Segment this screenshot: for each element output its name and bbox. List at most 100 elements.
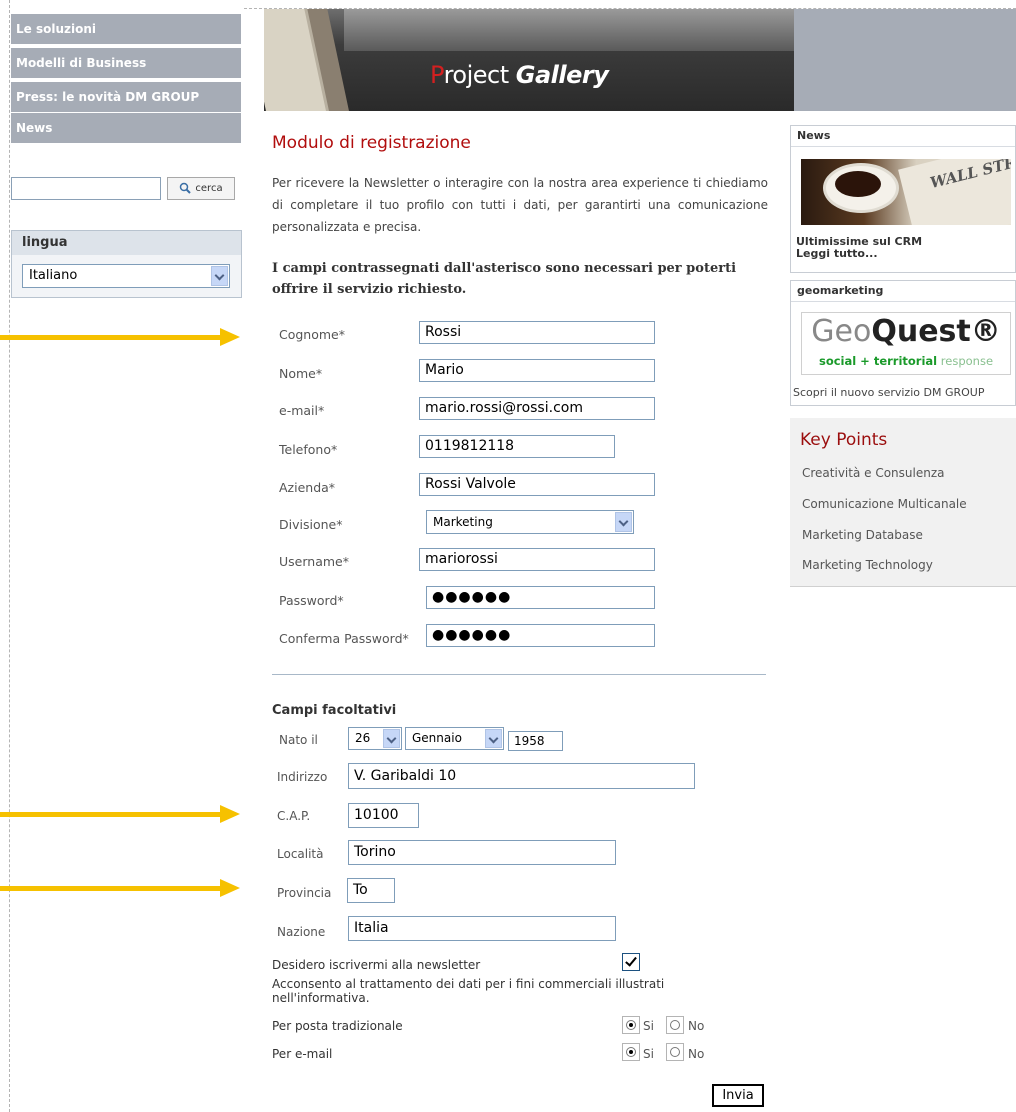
indirizzo-field[interactable]: V. Garibaldi 10 [348, 763, 695, 789]
birth-year-field[interactable]: 1958 [508, 731, 563, 751]
news-image-text: WALL STREE [928, 159, 1011, 193]
search-button[interactable]: cerca [167, 177, 235, 200]
banner-title-first: P [430, 61, 444, 89]
conferma-password-field[interactable]: ●●●●●● [426, 624, 655, 647]
nato-label: Nato il [279, 733, 318, 747]
key-point-item[interactable]: Marketing Technology [802, 558, 933, 572]
search-icon [180, 182, 192, 194]
divisione-label: Divisione* [279, 517, 343, 532]
localita-field[interactable]: Torino [348, 840, 616, 865]
provincia-label: Provincia [277, 886, 332, 900]
email-consent-label: Per e-mail [272, 1047, 333, 1061]
news-box: News WALL STREE Ultimissime sul CRM Legg… [790, 125, 1016, 273]
geomarketing-box: geomarketing GeoQuest® social + territor… [790, 280, 1016, 406]
geomarketing-text[interactable]: Scopri il nuovo servizio DM GROUP [793, 386, 984, 399]
language-select-value: Italiano [29, 268, 78, 283]
newsletter-checkbox[interactable] [622, 953, 640, 971]
annotation-arrow-provincia [0, 886, 222, 891]
email-label: e-mail* [279, 403, 325, 418]
news-box-title: News [791, 126, 1015, 147]
geo-logo-bold: Quest® [871, 314, 1001, 349]
password-label: Password* [279, 593, 344, 608]
telefono-field[interactable]: 0119812118 [419, 435, 615, 458]
key-points-box: Key Points Creatività e Consulenza Comun… [790, 418, 1016, 587]
consent-text: Acconsento al trattamento dei dati per i… [272, 977, 665, 1005]
geoquest-logo[interactable]: GeoQuest® social + territorial response [801, 312, 1011, 375]
language-title: lingua [12, 231, 241, 255]
annotation-arrow-cognome [0, 335, 222, 340]
submit-button[interactable]: Invia [712, 1084, 764, 1107]
search-button-label: cerca [195, 183, 223, 194]
language-box: lingua Italiano [11, 230, 242, 298]
key-point-item[interactable]: Creatività e Consulenza [802, 466, 945, 480]
nav-item-soluzioni[interactable]: Le soluzioni [11, 14, 241, 44]
username-label: Username* [279, 554, 349, 569]
page-border-left [9, 0, 10, 1112]
email-radio-no[interactable] [666, 1043, 684, 1061]
nazione-field[interactable]: Italia [348, 916, 616, 941]
divisione-select[interactable]: Marketing [426, 510, 634, 534]
geo-logo-light: Geo [811, 314, 872, 349]
posta-radio-no[interactable] [666, 1016, 684, 1034]
chevron-down-icon [211, 266, 228, 286]
nav-item-news[interactable]: News [11, 113, 241, 143]
required-notice: I campi contrassegnati dall'asterisco so… [272, 261, 737, 297]
telefono-label: Telefono* [279, 442, 338, 457]
optional-section-title: Campi facoltativi [272, 703, 397, 718]
search-input[interactable] [11, 177, 161, 200]
cognome-field[interactable]: Rossi [419, 321, 655, 344]
geomarketing-box-title: geomarketing [791, 281, 1015, 302]
azienda-field[interactable]: Rossi Valvole [419, 473, 655, 496]
banner-title-bold: Gallery [515, 61, 609, 89]
nome-field[interactable]: Mario [419, 359, 655, 382]
page-title: Modulo di registrazione [272, 133, 471, 153]
arrow-right-icon [220, 328, 240, 346]
birth-day-select[interactable]: 26 [348, 727, 402, 750]
nav-item-modelli[interactable]: Modelli di Business [11, 48, 241, 78]
language-select[interactable]: Italiano [22, 264, 230, 288]
key-point-item[interactable]: Marketing Database [802, 528, 923, 542]
posta-si-label: Si [643, 1019, 654, 1033]
geo-logo-sub-light: response [937, 354, 994, 368]
username-field[interactable]: mariorossi [419, 548, 655, 571]
intro-text: Per ricevere la Newsletter o interagire … [272, 176, 768, 234]
chevron-down-icon [615, 512, 632, 532]
news-read-more-link[interactable]: Leggi tutto... [796, 247, 878, 260]
key-point-item[interactable]: Comunicazione Multicanale [802, 497, 967, 511]
birth-month-value: Gennaio [412, 731, 462, 745]
nome-label: Nome* [279, 366, 323, 381]
nazione-label: Nazione [277, 925, 326, 939]
indirizzo-label: Indirizzo [277, 770, 328, 784]
key-points-title: Key Points [800, 430, 888, 450]
birth-day-value: 26 [355, 731, 371, 745]
cap-field[interactable]: 10100 [348, 803, 419, 828]
email-field[interactable]: mario.rossi@rossi.com [419, 397, 655, 420]
arrow-right-icon [220, 805, 240, 823]
newsletter-label: Desidero iscrivermi alla newsletter [272, 958, 481, 972]
news-image[interactable]: WALL STREE [801, 159, 1011, 225]
email-no-label: No [688, 1047, 705, 1061]
provincia-field[interactable]: To [347, 878, 395, 903]
posta-no-label: No [688, 1019, 705, 1033]
posta-radio-si[interactable] [622, 1016, 640, 1034]
cap-label: C.A.P. [277, 809, 311, 823]
banner-photo [264, 9, 794, 111]
nav-item-press[interactable]: Press: le novità DM GROUP [11, 82, 241, 112]
banner-title-rest: roject [443, 61, 516, 89]
posta-label: Per posta tradizionale [272, 1019, 403, 1033]
banner-title: Project Gallery [430, 61, 609, 89]
localita-label: Località [277, 847, 324, 861]
header-banner: Project Gallery [264, 9, 1016, 111]
arrow-right-icon [220, 879, 240, 897]
password-field[interactable]: ●●●●●● [426, 586, 655, 609]
geo-logo-sub-bold: social + territorial [818, 354, 938, 368]
annotation-arrow-cap [0, 812, 222, 817]
email-si-label: Si [643, 1047, 654, 1061]
azienda-label: Azienda* [279, 480, 336, 495]
email-radio-si[interactable] [622, 1043, 640, 1061]
chevron-down-icon [383, 729, 400, 748]
birth-month-select[interactable]: Gennaio [405, 727, 504, 750]
conferma-password-label: Conferma Password* [279, 631, 409, 646]
section-divider [272, 674, 766, 675]
cognome-label: Cognome* [279, 327, 345, 342]
